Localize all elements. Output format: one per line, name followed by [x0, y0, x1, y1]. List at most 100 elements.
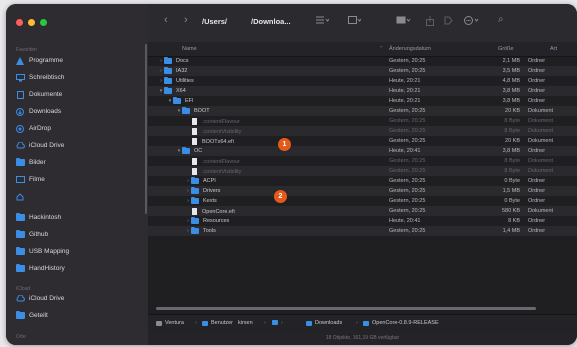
sidebar-item-label: USB Mapping — [29, 248, 70, 255]
minimize-window-button[interactable] — [28, 19, 35, 26]
sidebar-item-handhistory[interactable]: HandHistory — [11, 261, 143, 276]
sidebar-item-icloud-drive-2[interactable]: iCloud Drive — [11, 291, 143, 306]
row-name-cell: › Utilities — [158, 76, 194, 84]
zoom-window-button[interactable] — [40, 19, 47, 26]
folder-icon — [173, 96, 181, 104]
more-actions-icon[interactable] — [464, 16, 479, 27]
row-kind: Ordner — [528, 88, 546, 94]
row-name: Resources — [203, 218, 230, 224]
photos-icon — [15, 157, 25, 167]
row-name: .contentVisibility — [202, 168, 242, 175]
row-size: 8 Byte — [504, 168, 520, 174]
table-row[interactable]: OpenCore.efi Gestern, 20:25 580 KB Dokument — [148, 206, 577, 216]
path-users[interactable]: /Users/ — [202, 17, 227, 26]
disk-icon — [156, 320, 162, 326]
row-size: 20 KB — [505, 108, 520, 114]
table-row[interactable]: ▾ X64 Heute, 20:21 3,8 MB Ordner — [148, 86, 577, 96]
table-row[interactable]: › ACPI Gestern, 20:25 0 Byte Ordner — [148, 176, 577, 186]
row-date: Heute, 20:41 — [389, 148, 421, 154]
pathbar-home[interactable] — [272, 320, 281, 325]
table-row[interactable]: BOOTx64.efi Gestern, 20:25 20 KB Dokument — [148, 136, 577, 146]
sidebar-item-label: Dokumente — [29, 91, 63, 98]
sidebar-item-dokumente[interactable]: Dokumente — [11, 87, 143, 102]
sidebar-item-airdrop[interactable]: AirDrop — [11, 121, 143, 136]
row-name-cell: › Kexts — [185, 196, 217, 204]
column-size[interactable]: Größe — [498, 46, 514, 52]
row-kind: Dokument — [528, 208, 554, 214]
tag-icon[interactable] — [444, 16, 453, 27]
table-row[interactable]: › Resources Heute, 20:41 8 KB Ordner — [148, 216, 577, 226]
sidebar-item-schreibtisch[interactable]: Schreibtisch — [11, 70, 143, 85]
file-icon — [192, 158, 197, 165]
sidebar-item-programme[interactable]: Programme — [11, 53, 143, 68]
back-button[interactable]: ‹ — [164, 14, 168, 26]
sidebar-item-usb-mapping[interactable]: USB Mapping — [11, 244, 143, 259]
table-row[interactable]: › Docs Gestern, 20:25 2,1 MB Ordner — [148, 56, 577, 66]
table-row[interactable]: .contentFlavour Gestern, 20:25 8 Byte Dokum… — [148, 156, 577, 166]
horizontal-scrollbar[interactable] — [156, 307, 536, 310]
row-date: Heute, 20:41 — [389, 218, 421, 224]
folder-icon — [15, 212, 25, 222]
row-date: Gestern, 20:25 — [389, 198, 426, 204]
sidebar-scrollbar[interactable] — [145, 44, 147, 214]
table-row[interactable]: › IA32 Gestern, 20:25 3,5 MB Ordner — [148, 66, 577, 76]
table-row[interactable]: › Drivers Gestern, 20:25 1,5 MB Ordner — [148, 186, 577, 196]
home-icon — [15, 192, 25, 201]
row-kind: Dokument — [528, 158, 554, 164]
sidebar-item-downloads[interactable]: Downloads — [11, 104, 143, 119]
sidebar-item-bilder[interactable]: Bilder — [11, 155, 143, 170]
row-name-cell: ▾ OC — [176, 146, 202, 154]
sidebar-item-label: Schreibtisch — [29, 74, 65, 81]
share-icon[interactable] — [426, 16, 434, 28]
column-date[interactable]: Änderungsdatum — [389, 46, 431, 52]
pathbar-downloads[interactable]: Downloads — [306, 320, 342, 326]
pathbar-opencore[interactable]: OpenCore-0.8.9-RELEASE — [363, 320, 439, 326]
table-row[interactable]: ▾ EFI Heute, 20:21 3,8 MB Ordner — [148, 96, 577, 106]
table-row[interactable]: › Kexts Gestern, 20:25 0 Byte Ordner — [148, 196, 577, 206]
sidebar-item-icloud-drive[interactable]: iCloud Drive — [11, 138, 143, 153]
table-row[interactable]: › Utilities Heute, 20:21 4,8 MB Ordner — [148, 76, 577, 86]
table-row[interactable]: .contentVisibility Gestern, 20:25 8 Byte Do… — [148, 126, 577, 136]
sidebar-item-github[interactable]: Github — [11, 227, 143, 242]
folder-icon — [182, 106, 190, 114]
sidebar-item-geteilt[interactable]: Geteilt — [11, 308, 143, 323]
row-name: Drivers — [203, 188, 221, 194]
folder-icon — [202, 320, 208, 326]
pathbar-kirsen[interactable]: kirsen — [238, 320, 253, 326]
table-row[interactable]: ▾ OC Heute, 20:41 3,8 MB Ordner — [148, 146, 577, 156]
row-date: Gestern, 20:25 — [389, 228, 426, 234]
status-bar: 18 Objekte, 161,19 GB verfügbar — [148, 331, 577, 345]
toolbar: ‹ › /Users/ /Downloa... ⌕ — [148, 4, 577, 43]
file-icon — [192, 208, 197, 215]
search-icon[interactable]: ⌕ — [498, 14, 504, 25]
row-date: Gestern, 20:25 — [389, 178, 426, 184]
row-kind: Ordner — [528, 198, 546, 204]
gallery-icon[interactable] — [396, 16, 411, 26]
row-size: 8 KB — [508, 218, 520, 224]
airdrop-icon — [15, 124, 25, 133]
table-row[interactable]: .contentVisibility Gestern, 20:25 8 Byte Do… — [148, 166, 577, 176]
row-date: Gestern, 20:25 — [389, 128, 426, 134]
sidebar-item-home[interactable] — [11, 189, 143, 204]
sidebar-item-label: Geteilt — [29, 312, 48, 319]
table-row[interactable]: › Tools Gestern, 20:25 1,4 MB Ordner — [148, 226, 577, 236]
group-icon[interactable] — [348, 16, 362, 26]
column-kind[interactable]: Art — [550, 46, 557, 52]
sidebar-item-filme[interactable]: Filme — [11, 172, 143, 187]
row-date: Gestern, 20:25 — [389, 68, 426, 74]
sidebar-item-hackintosh[interactable]: Hackintosh — [11, 210, 143, 225]
pathbar-ventura[interactable]: Ventura — [156, 320, 184, 326]
close-window-button[interactable] — [16, 19, 23, 26]
forward-button[interactable]: › — [184, 14, 188, 26]
row-name-cell: OpenCore.efi — [185, 208, 235, 215]
folder-icon — [15, 263, 25, 273]
table-row[interactable]: .contentFlavour Gestern, 20:25 8 Byte Dokum… — [148, 116, 577, 126]
pathbar-benutzer[interactable]: Benutzer — [202, 320, 233, 326]
row-date: Heute, 20:21 — [389, 78, 421, 84]
path-downloads[interactable]: /Downloa... — [251, 17, 291, 26]
folder-icon — [363, 320, 369, 326]
table-row[interactable]: ▾ BOOT Gestern, 20:25 20 KB Dokument — [148, 106, 577, 116]
column-name[interactable]: Name — [182, 46, 197, 52]
row-name-cell: ▾ X64 — [158, 86, 186, 94]
list-view-icon[interactable] — [316, 16, 330, 26]
